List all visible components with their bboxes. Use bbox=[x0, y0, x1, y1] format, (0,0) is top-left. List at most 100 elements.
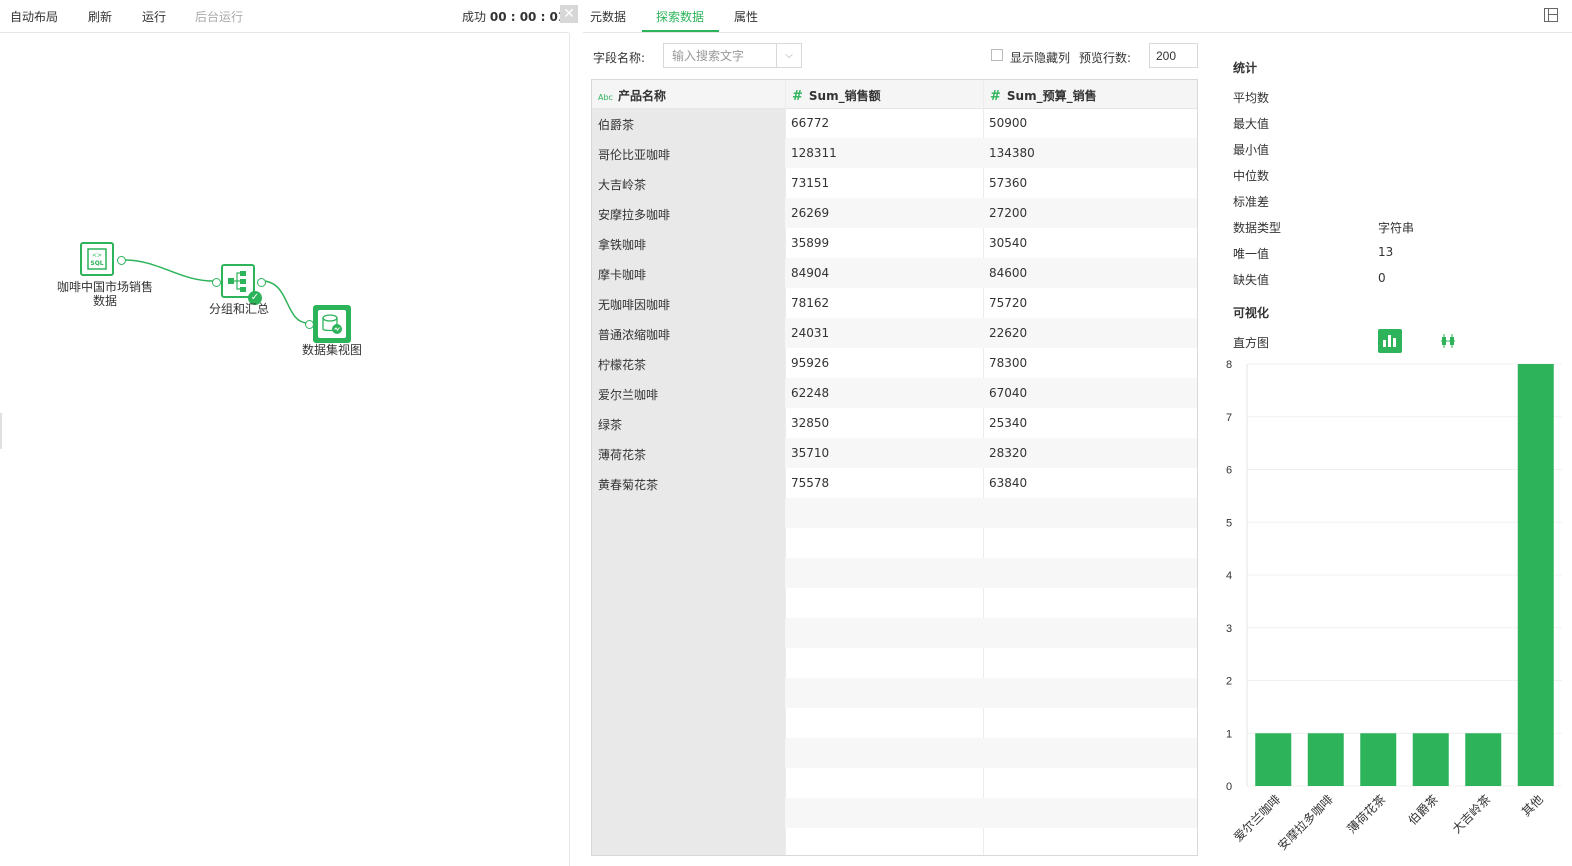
flow-node-label: 咖啡中国市场销售 数据 bbox=[56, 280, 154, 308]
row-stripe bbox=[785, 498, 1197, 528]
table-cell: 66772 bbox=[791, 116, 830, 130]
table-cell: 绿茶 bbox=[598, 418, 623, 432]
column-header-budget[interactable]: # Sum_预算_销售 bbox=[990, 87, 1097, 104]
y-tick-label: 8 bbox=[1226, 359, 1232, 371]
output-port[interactable] bbox=[257, 278, 266, 287]
stat-value: 13 bbox=[1378, 245, 1394, 259]
show-hidden-checkbox[interactable] bbox=[991, 49, 1003, 61]
flow-canvas[interactable]: <> SQL 咖啡中国市场销售 数据 ✓ 分组和汇总 数据集视图 bbox=[0, 33, 570, 866]
y-tick-label: 3 bbox=[1226, 623, 1232, 635]
histogram-bar bbox=[1307, 733, 1344, 786]
string-type-icon: Abc bbox=[598, 93, 613, 102]
table-cell: 32850 bbox=[791, 416, 830, 430]
svg-text:<>: <> bbox=[92, 252, 102, 259]
row-stripe bbox=[785, 798, 1197, 828]
chevron-down-icon[interactable]: ⌵ bbox=[776, 44, 801, 67]
stat-key: 数据类型 bbox=[1233, 221, 1282, 235]
y-tick-label: 1 bbox=[1226, 728, 1232, 740]
table-cell: 摩卡咖啡 bbox=[598, 268, 647, 282]
stat-key: 缺失值 bbox=[1233, 273, 1270, 287]
flow-connectors bbox=[123, 259, 309, 324]
table-cell: 50900 bbox=[989, 116, 1028, 130]
table-cell: 25340 bbox=[989, 416, 1028, 430]
row-stripe bbox=[785, 618, 1197, 648]
table-cell: 27200 bbox=[989, 206, 1028, 220]
column-header-product[interactable]: Abc 产品名称 bbox=[598, 87, 666, 104]
stat-key: 中位数 bbox=[1233, 169, 1270, 183]
flow-node-label: 分组和汇总 bbox=[200, 302, 278, 316]
run-status: 成功 00 : 00 : 01 bbox=[462, 8, 566, 25]
input-port[interactable] bbox=[212, 278, 221, 287]
preview-rows-label: 预览行数: bbox=[1079, 51, 1132, 65]
table-cell: 哥伦比亚咖啡 bbox=[598, 148, 671, 162]
row-stripe bbox=[785, 678, 1197, 708]
y-tick-label: 2 bbox=[1226, 676, 1232, 688]
table-cell: 伯爵茶 bbox=[598, 118, 635, 132]
close-panel-icon[interactable]: ✕ bbox=[560, 5, 578, 23]
x-tick-label: 安摩拉多咖啡 bbox=[1274, 792, 1336, 854]
x-tick-label: 伯爵茶 bbox=[1405, 792, 1441, 828]
tab-explore-data[interactable]: 探索数据 bbox=[656, 8, 704, 25]
field-name-label: 字段名称: bbox=[593, 51, 646, 65]
column-header-label: Sum_销售额 bbox=[808, 89, 881, 103]
flow-node-source-label: 咖啡中国市场销售 数据 bbox=[56, 280, 153, 308]
active-tab-indicator bbox=[642, 30, 719, 32]
background-run-button[interactable]: 后台运行 bbox=[195, 8, 243, 25]
table-cell: 128311 bbox=[791, 146, 837, 160]
histogram-bar bbox=[1360, 733, 1397, 786]
preview-rows-input[interactable] bbox=[1149, 43, 1198, 68]
refresh-button[interactable]: 刷新 bbox=[88, 8, 112, 25]
column-header-label: 产品名称 bbox=[617, 89, 666, 103]
histogram-bar bbox=[1255, 733, 1292, 786]
show-hidden-label: 显示隐藏列 bbox=[1010, 51, 1071, 65]
number-type-icon: # bbox=[792, 89, 803, 104]
stat-key: 最小值 bbox=[1233, 143, 1270, 157]
run-button[interactable]: 运行 bbox=[142, 8, 166, 25]
table-cell: 75720 bbox=[989, 296, 1028, 310]
x-tick-label: 大吉岭茶 bbox=[1449, 792, 1494, 837]
column-header-sales[interactable]: # Sum_销售额 bbox=[792, 87, 881, 104]
search-input[interactable] bbox=[664, 44, 792, 67]
field-search-box: ⌵ bbox=[663, 43, 802, 68]
sql-icon: <> SQL bbox=[80, 242, 114, 276]
output-port[interactable] bbox=[117, 256, 126, 265]
y-tick-label: 6 bbox=[1226, 465, 1232, 477]
table-cell: 爱尔兰咖啡 bbox=[598, 388, 659, 402]
table-cell: 普通浓缩咖啡 bbox=[598, 328, 671, 342]
tab-metadata[interactable]: 元数据 bbox=[590, 8, 626, 25]
table-cell: 78300 bbox=[989, 356, 1028, 370]
tab-properties[interactable]: 属性 bbox=[734, 8, 758, 25]
y-tick-label: 0 bbox=[1226, 781, 1232, 793]
x-tick-label: 其他 bbox=[1519, 792, 1546, 819]
histogram-label: 直方图 bbox=[1233, 336, 1270, 350]
table-cell: 67040 bbox=[989, 386, 1028, 400]
y-tick-label: 7 bbox=[1226, 412, 1232, 424]
stat-value: 字符串 bbox=[1378, 221, 1415, 235]
connector-line bbox=[123, 259, 217, 282]
table-cell: 84904 bbox=[791, 266, 830, 280]
table-cell: 75578 bbox=[791, 476, 830, 490]
table-cell: 黄春菊花茶 bbox=[598, 478, 659, 492]
auto-layout-button[interactable]: 自动布局 bbox=[10, 8, 58, 25]
histogram-chart: 0 1 2 3 4 5 6 7 8 爱尔兰咖啡安摩拉多咖啡 薄荷花茶 伯爵茶 大吉岭茶 其他 bbox=[1226, 359, 1562, 854]
table-cell: 134380 bbox=[989, 146, 1035, 160]
histogram-bar bbox=[1412, 733, 1449, 786]
x-tick-label: 薄荷花茶 bbox=[1344, 792, 1389, 837]
table-cell: 22620 bbox=[989, 326, 1028, 340]
histogram-bar bbox=[1517, 364, 1554, 786]
table-header: Abc 产品名称 # Sum_销售额 # Sum_预算_销售 bbox=[592, 80, 1197, 109]
svg-text:SQL: SQL bbox=[90, 260, 103, 267]
stat-value: 0 bbox=[1378, 271, 1386, 285]
x-tick-label: 爱尔兰咖啡 bbox=[1230, 792, 1283, 845]
boxplot-icon[interactable] bbox=[1440, 333, 1456, 349]
table-cell: 78162 bbox=[791, 296, 830, 310]
run-status-label: 成功 bbox=[462, 10, 487, 24]
histogram-icon[interactable] bbox=[1378, 329, 1402, 353]
row-stripe bbox=[785, 558, 1197, 588]
flow-node-label: 数据集视图 bbox=[296, 343, 368, 357]
table-cell: 28320 bbox=[989, 446, 1028, 460]
table-cell: 大吉岭茶 bbox=[598, 178, 647, 192]
dataset-view-icon bbox=[313, 305, 351, 343]
row-stripe bbox=[785, 738, 1197, 768]
table-cell: 拿铁咖啡 bbox=[598, 238, 647, 252]
